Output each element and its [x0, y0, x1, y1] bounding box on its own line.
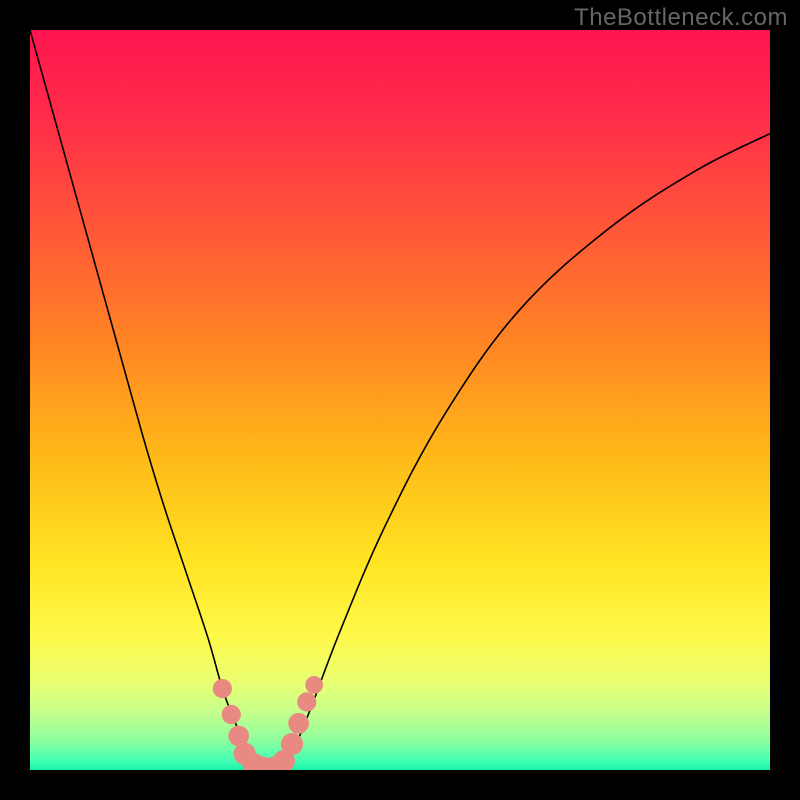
marker-dot: [288, 713, 309, 734]
marker-group: [213, 676, 323, 770]
chart-frame: TheBottleneck.com: [0, 0, 800, 800]
watermark-text: TheBottleneck.com: [574, 4, 788, 32]
marker-dot: [281, 733, 303, 755]
marker-dot: [297, 692, 316, 711]
marker-dot: [213, 679, 232, 698]
plot-area: [30, 30, 770, 770]
marker-dot: [222, 705, 241, 724]
marker-layer: [30, 30, 770, 770]
marker-dot: [305, 676, 323, 694]
